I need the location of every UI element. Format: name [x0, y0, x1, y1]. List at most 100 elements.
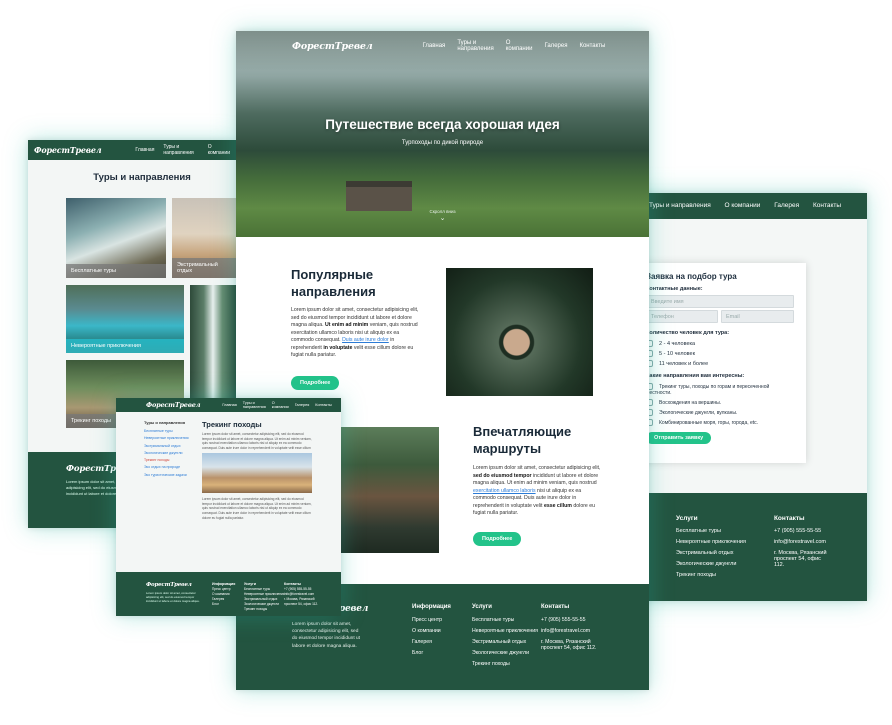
nav-tours-link[interactable]: Туры и направления	[649, 202, 711, 209]
logo[interactable]: ФорестТревел	[292, 41, 373, 52]
option-label: 2 - 4 человека	[659, 340, 696, 347]
footer-link[interactable]: Блог	[412, 650, 451, 656]
footer-link[interactable]: Бесплатные туры	[472, 617, 538, 623]
footer-info-column: Информация Пресс центр О компании Галере…	[212, 582, 235, 607]
sidebar-item[interactable]: Экологические джунгли	[144, 451, 202, 456]
footer-link[interactable]: Трекинг походы	[244, 607, 285, 612]
sidebar-item[interactable]: Бесплатные туры	[144, 429, 202, 434]
trek-page-mockup: ФорестТревел Главная Туры и направления …	[116, 398, 341, 616]
nav-about-link[interactable]: О компании	[208, 144, 230, 156]
footer-contacts-title: Контакты	[541, 604, 570, 610]
footer-link[interactable]: Пресс центр	[412, 617, 451, 623]
phone-email-row: Телефон Email	[646, 310, 794, 323]
footer-address: г. Москва, Рязанский проспект 54, офис 1…	[773, 550, 827, 568]
form-title: Заявка на подбор тура	[646, 272, 737, 281]
footer-services-title: Услуги	[676, 515, 698, 522]
sidebar-item[interactable]: Невероятные приключения	[144, 436, 202, 441]
hero-cabin	[346, 181, 412, 211]
trek-sidebar: Туры и направления Бесплатные туры Невер…	[144, 420, 202, 478]
direction-option[interactable]: Восхождения на вершины.	[646, 399, 794, 406]
footer-link[interactable]: Галерея	[412, 639, 451, 645]
submit-request-button[interactable]: Отправить заявку	[646, 432, 712, 444]
footer-email[interactable]: info@forestravel.com	[774, 539, 832, 545]
footer-link[interactable]: Экстримальный отдых	[676, 550, 746, 556]
nav-contacts-link[interactable]: Контакты	[315, 403, 331, 407]
footer-link[interactable]: Блог	[212, 602, 235, 607]
tour-card-caption: Бесплатные туры	[66, 264, 166, 278]
nav-contacts-link[interactable]: Контакты	[579, 43, 605, 49]
footer-link[interactable]: Трекинг походы	[676, 572, 746, 578]
inline-link[interactable]: exercitation ullamco laboris	[473, 488, 536, 494]
email-field[interactable]: Email	[721, 310, 794, 323]
tour-card[interactable]	[190, 285, 236, 400]
trek-body-text: Lorem ipsum dolor sit amet, consectetur …	[202, 497, 312, 520]
option-label: 11 человек и более	[659, 360, 709, 367]
footer-link[interactable]: Невероятные приключения	[676, 539, 746, 545]
nav-gallery-link[interactable]: Галерея	[774, 202, 799, 209]
inline-link[interactable]: Duis aute irure dolor	[342, 337, 389, 343]
routes-title: Впечатляющие маршруты	[473, 424, 572, 456]
sidebar-item-active[interactable]: Трекинг походы	[144, 458, 202, 463]
logo[interactable]: ФорестТревел	[146, 401, 201, 409]
people-option[interactable]: 5 - 10 человек	[646, 350, 794, 357]
nav-gallery-link[interactable]: Галерея	[544, 43, 567, 49]
tour-card[interactable]: Экстримальный отдых	[172, 198, 236, 278]
footer-phone[interactable]: +7 (905) 555-55-55	[774, 528, 832, 534]
sidebar-item[interactable]: Эко отдых на природе	[144, 465, 202, 470]
home-navbar: ФорестТревел Главная Туры и направления …	[236, 31, 649, 61]
tour-card-caption: Экстримальный отдых	[172, 258, 236, 278]
nav-contacts-link[interactable]: Контакты	[813, 202, 841, 209]
footer-link[interactable]: Экологические джунгли	[676, 561, 746, 567]
footer-email[interactable]: info@forestravel.com	[541, 628, 599, 634]
people-label: Количество человек для тура:	[646, 330, 730, 336]
scroll-down-link[interactable]: Скролл вниз ⌄	[236, 209, 649, 223]
footer-link[interactable]: Экологические джунгли	[244, 602, 285, 607]
name-field[interactable]: Введите имя	[646, 295, 794, 308]
direction-option[interactable]: Экологические джунгли, вулканы.	[646, 409, 794, 416]
footer-link[interactable]: Трекинг походы	[472, 661, 538, 667]
people-option[interactable]: 11 человек и более	[646, 360, 794, 367]
popular-more-button[interactable]: Подробнее	[291, 376, 340, 390]
chevron-down-icon: ⌄	[439, 215, 446, 222]
footer-logo: ФорестТревел	[146, 582, 192, 588]
footer-link[interactable]: О компании	[412, 628, 451, 634]
nav-home-link[interactable]: Главная	[422, 43, 445, 49]
direction-option[interactable]: Трекинг туры, походы по горам и пересече…	[646, 383, 794, 396]
footer-services-column: Услуги Бесплатные туры Невероятные прикл…	[676, 515, 746, 601]
phone-field[interactable]: Телефон	[646, 310, 718, 323]
nav-about-link[interactable]: О компании	[272, 401, 289, 409]
footer-about-text: Lorem ipsum dolor sit amet, consectetur …	[292, 622, 360, 649]
popular-text: Lorem ipsum dolor sit amet, consectetur …	[291, 307, 419, 359]
direction-option[interactable]: Комбинированные моря, горы, города, etc.	[646, 419, 794, 426]
nav-about-link[interactable]: О компании	[725, 202, 761, 209]
hero-title: Путешествие всегда хорошая идея	[325, 117, 560, 132]
footer-link[interactable]: Бесплатные туры	[676, 528, 746, 534]
footer-address: г. Москва, Рязанский проспект 54, офис 1…	[284, 596, 319, 606]
people-option[interactable]: 2 - 4 человека	[646, 340, 794, 347]
nav-tours-link[interactable]: Туры и направления	[243, 401, 266, 409]
trek-page-navbar: ФорестТревел Главная Туры и направления …	[116, 398, 341, 412]
footer-link[interactable]: Экологические джунгли	[472, 650, 538, 656]
footer-info-title: Информация	[412, 604, 451, 610]
logo[interactable]: ФорестТревел	[34, 145, 102, 155]
nav-home-link[interactable]: Главная	[222, 403, 236, 407]
sidebar-item[interactable]: Эко туристические задачи	[144, 473, 202, 478]
tours-page-navbar: ФорестТревел Главная Туры и направления …	[28, 140, 236, 160]
footer-link[interactable]: Невероятные приключения	[472, 628, 538, 634]
footer-address: г. Москва, Рязанский проспект 54, офис 1…	[541, 639, 597, 651]
tour-card[interactable]: Бесплатные туры	[66, 198, 166, 278]
nav-tours-link[interactable]: Туры и направления	[163, 144, 198, 156]
nav-tours-link[interactable]: Туры и направления	[457, 40, 493, 52]
footer-link[interactable]: Экстримальный отдых	[472, 639, 538, 645]
routes-more-button[interactable]: Подробнее	[473, 532, 522, 546]
option-label: Восхождения на вершины.	[659, 399, 722, 406]
nav-gallery-link[interactable]: Галерея	[295, 403, 310, 407]
footer-services-title: Услуги	[472, 604, 492, 610]
option-label: Комбинированные моря, горы, города, etc.	[659, 419, 759, 426]
footer-phone[interactable]: +7 (905) 555-55-55	[541, 617, 599, 623]
tour-card[interactable]: Невероятные приключения	[66, 285, 184, 353]
nav-about-link[interactable]: О компании	[506, 40, 533, 52]
sidebar-item[interactable]: Экстримальный отдых	[144, 444, 202, 449]
nav-home-link[interactable]: Главная	[135, 147, 154, 153]
hikers-photo	[336, 427, 439, 553]
